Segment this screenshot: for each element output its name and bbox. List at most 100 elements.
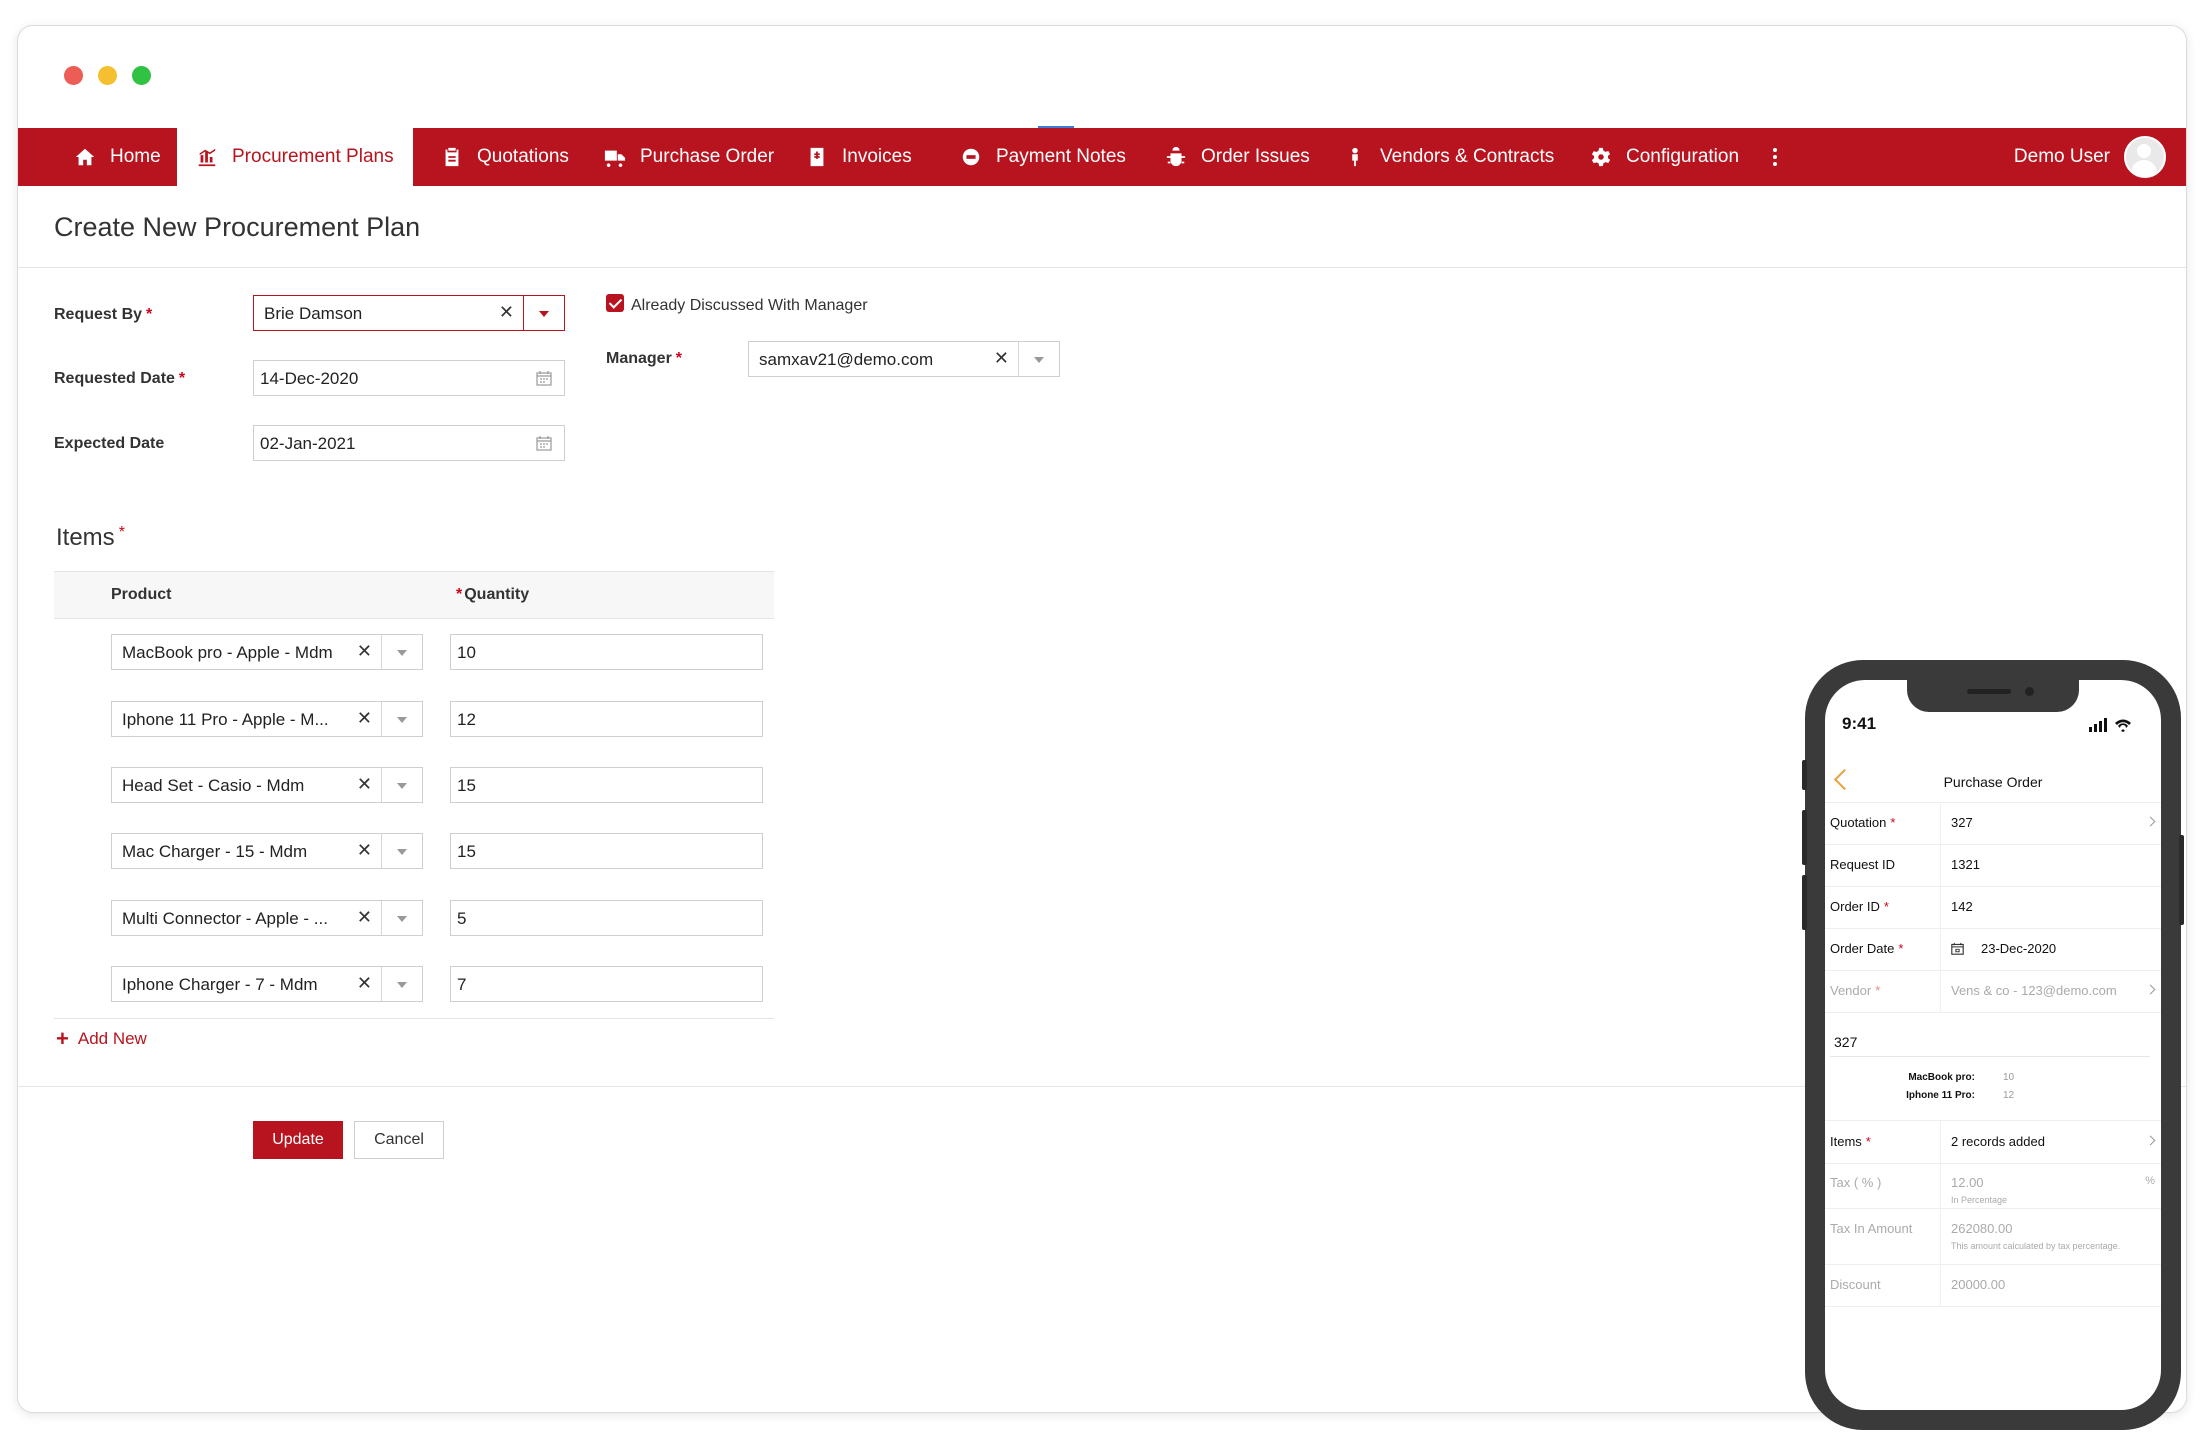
nav-item-purchase-order[interactable]: Purchase Order — [604, 128, 774, 186]
product-select[interactable]: MacBook pro - Apple - Mdm ✕ — [111, 634, 423, 670]
user-menu[interactable]: Demo User — [2014, 128, 2166, 186]
bug-icon — [1165, 146, 1187, 168]
clear-icon[interactable]: ✕ — [357, 907, 372, 928]
quote-item-name: Iphone 11 Pro: — [1906, 1090, 1975, 1101]
chevron-down-icon — [539, 311, 549, 317]
quote-item-qty: 12 — [2003, 1090, 2015, 1101]
phone-volume-up — [1802, 810, 1807, 865]
manager-select[interactable]: samxav21@demo.com ✕ — [748, 341, 1060, 377]
add-new-link[interactable]: + Add New — [56, 1026, 147, 1052]
dropdown-toggle[interactable] — [381, 768, 422, 802]
status-time: 9:41 — [1842, 714, 1877, 733]
clear-icon[interactable]: ✕ — [357, 973, 372, 994]
phone-power-button — [2179, 835, 2184, 925]
clear-icon[interactable]: ✕ — [357, 774, 372, 795]
avatar — [2124, 136, 2166, 178]
minimize-window-button[interactable] — [98, 66, 117, 85]
items-table-header: Product * Quantity — [54, 571, 774, 619]
product-select[interactable]: Multi Connector - Apple - ... ✕ — [111, 900, 423, 936]
page-title: Create New Procurement Plan — [54, 212, 421, 242]
nav-item-payment-notes[interactable]: Payment Notes — [960, 128, 1126, 186]
clear-icon[interactable]: ✕ — [499, 302, 514, 323]
items-divider — [54, 1018, 774, 1019]
nav-item-configuration[interactable]: Configuration — [1590, 128, 1739, 186]
nav-item-vendors-contracts[interactable]: Vendors & Contracts — [1344, 128, 1554, 186]
quotation-row[interactable]: Quotation * 327 — [1825, 802, 2161, 845]
vendor-row[interactable]: Vendor * Vens & co - 123@demo.com — [1825, 970, 2161, 1013]
maximize-window-button[interactable] — [132, 66, 151, 85]
chevron-down-icon — [397, 650, 407, 656]
nav-item-quotations[interactable]: Quotations — [441, 128, 569, 186]
home-icon — [74, 146, 96, 168]
product-select[interactable]: Iphone 11 Pro - Apple - M... ✕ — [111, 701, 423, 737]
nav-item-procurement-plans[interactable]: Procurement Plans — [177, 128, 413, 186]
clear-icon[interactable]: ✕ — [994, 348, 1009, 369]
close-window-button[interactable] — [64, 66, 83, 85]
dropdown-toggle[interactable] — [523, 296, 564, 330]
order-id-row[interactable]: Order ID * 142 — [1825, 886, 2161, 929]
mobile-header: Purchase Order — [1825, 762, 2161, 803]
items-heading: Items * — [56, 524, 125, 551]
calendar-icon[interactable] — [536, 435, 552, 451]
more-vertical-icon[interactable] — [1772, 128, 1778, 186]
clear-icon[interactable]: ✕ — [357, 840, 372, 861]
mobile-title: Purchase Order — [1943, 774, 2043, 790]
plus-icon: + — [56, 1026, 69, 1051]
nav-item-home[interactable]: Home — [74, 128, 161, 186]
title-divider — [18, 267, 2186, 268]
dropdown-toggle[interactable] — [381, 834, 422, 868]
status-icons — [2089, 718, 2131, 732]
clear-icon[interactable]: ✕ — [357, 708, 372, 729]
chevron-down-icon — [397, 916, 407, 922]
items-row[interactable]: Items * 2 records added — [1825, 1120, 2161, 1164]
request-by-label: Request By * — [54, 306, 153, 323]
expected-date-input[interactable]: 02-Jan-2021 — [253, 425, 565, 461]
discussed-checkbox[interactable] — [606, 294, 624, 312]
quantity-input[interactable]: 5 — [450, 900, 763, 936]
nav-item-invoices[interactable]: Invoices — [806, 128, 912, 186]
quotation-number: 327 — [1834, 1034, 1858, 1050]
chevron-right-icon — [2145, 816, 2156, 827]
chart-icon — [196, 146, 218, 168]
clipboard-icon — [441, 146, 463, 168]
dropdown-toggle[interactable] — [381, 635, 422, 669]
person-icon — [1344, 146, 1366, 168]
chevron-down-icon — [1034, 357, 1044, 363]
quantity-column-header: * Quantity — [456, 586, 530, 603]
dropdown-toggle[interactable] — [1018, 342, 1059, 376]
quantity-input[interactable]: 12 — [450, 701, 763, 737]
gear-icon — [1590, 146, 1612, 168]
phone-notch — [1907, 680, 2079, 712]
quote-item-name: MacBook pro: — [1908, 1072, 1975, 1083]
order-date-row[interactable]: Order Date * 23-Dec-2020 — [1825, 928, 2161, 971]
quantity-input[interactable]: 7 — [450, 966, 763, 1002]
calendar-icon[interactable] — [536, 370, 552, 386]
discussed-label: Already Discussed With Manager — [631, 297, 868, 314]
chevron-down-icon — [397, 783, 407, 789]
dropdown-toggle[interactable] — [381, 702, 422, 736]
requested-date-input[interactable]: 14-Dec-2020 — [253, 360, 565, 396]
discount-row[interactable]: Discount 20000.00 — [1825, 1264, 2161, 1307]
requested-date-label: Requested Date * — [54, 370, 186, 387]
manager-label: Manager * — [606, 350, 683, 367]
tax-amount-row[interactable]: Tax In Amount 262080.00 This amount calcul… — [1825, 1208, 2161, 1265]
phone-mute-switch — [1802, 760, 1807, 790]
phone-screen: 9:41 Purchase Order Quotation * 327 Reques… — [1825, 680, 2161, 1410]
dropdown-toggle[interactable] — [381, 901, 422, 935]
quantity-input[interactable]: 15 — [450, 767, 763, 803]
update-button[interactable]: Update — [253, 1121, 343, 1159]
request-id-row: Request ID 1321 — [1825, 844, 2161, 887]
dropdown-toggle[interactable] — [381, 967, 422, 1001]
product-select[interactable]: Head Set - Casio - Mdm ✕ — [111, 767, 423, 803]
tax-row[interactable]: Tax ( % ) 12.00% In Percentage — [1825, 1162, 2161, 1209]
invoice-icon — [806, 146, 828, 168]
quantity-input[interactable]: 10 — [450, 634, 763, 670]
product-select[interactable]: Iphone Charger - 7 - Mdm ✕ — [111, 966, 423, 1002]
nav-item-order-issues[interactable]: Order Issues — [1165, 128, 1310, 186]
cancel-button[interactable]: Cancel — [354, 1121, 444, 1159]
request-by-select[interactable]: Brie Damson ✕ — [253, 295, 565, 331]
product-select[interactable]: Mac Charger - 15 - Mdm ✕ — [111, 833, 423, 869]
quantity-input[interactable]: 15 — [450, 833, 763, 869]
clear-icon[interactable]: ✕ — [357, 641, 372, 662]
chevron-right-icon — [2145, 1135, 2156, 1146]
